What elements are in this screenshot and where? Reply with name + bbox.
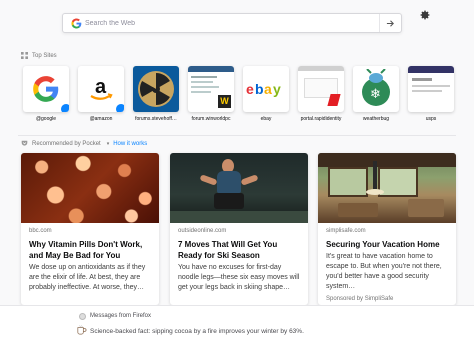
search-input[interactable] <box>85 14 375 32</box>
story-source: simplisafe.com <box>326 228 366 234</box>
top-site-tile-usps[interactable]: usps <box>408 66 454 122</box>
search-submit-button[interactable] <box>379 14 401 32</box>
google-logo-icon <box>23 66 69 112</box>
weatherbug-logo-icon: ❄ <box>353 66 399 112</box>
firefox-message-icon <box>79 313 86 320</box>
tile-label: ebay <box>260 116 272 122</box>
tile-label: portal.rapididentity <box>300 116 342 122</box>
message-title: Messages from Firefox <box>90 313 152 319</box>
pocket-icon <box>21 140 28 146</box>
chevron-down-icon: ▾ <box>106 140 110 147</box>
tile-label: @amazon <box>89 116 113 122</box>
story-image <box>21 153 159 223</box>
usps-screenshot-icon <box>408 66 454 112</box>
cocoa-mug-icon <box>77 325 87 335</box>
story-source: outsideonline.com <box>178 228 227 234</box>
top-site-tile-ebay[interactable]: e b a y ebay <box>243 66 289 122</box>
story-source: bbc.com <box>29 228 52 234</box>
tile-label: forums.stevehoff… <box>135 116 177 122</box>
winworld-screenshot-icon: W <box>188 66 234 112</box>
story-image <box>170 153 308 223</box>
story-title: Why Vitamin Pills Don't Work, and May Be… <box>29 240 143 260</box>
tile-label: weatherbug <box>362 116 390 122</box>
story-title: 7 Moves That Will Get You Ready for Ski … <box>178 240 278 260</box>
amazon-logo-icon: a <box>78 66 124 112</box>
top-site-tile-stevehoffman[interactable]: forums.stevehoff… <box>133 66 179 122</box>
search-shortcut-badge-icon <box>115 103 124 112</box>
search-shortcut-badge-icon <box>60 103 69 112</box>
top-site-tile-google[interactable]: @google <box>23 66 69 122</box>
search-bar[interactable] <box>62 13 402 33</box>
top-site-tile-winworldpc[interactable]: W forum.winworldpc <box>188 66 234 122</box>
tile-label: forum.winworldpc <box>191 116 231 122</box>
story-image <box>318 153 456 223</box>
divider <box>18 135 456 136</box>
tile-label: usps <box>425 116 437 122</box>
top-site-tile-rapididentity[interactable]: portal.rapididentity <box>298 66 344 122</box>
story-card[interactable]: outsideonline.com 7 Moves That Will Get … <box>170 153 308 305</box>
pocket-label: Recommended by Pocket <box>32 140 101 147</box>
svg-text:e: e <box>246 81 254 97</box>
story-title: Securing Your Vacation Home <box>326 240 440 249</box>
top-site-tile-weatherbug[interactable]: ❄ weatherbug <box>353 66 399 122</box>
sponsored-label: Sponsored by SimpliSafe <box>326 296 394 302</box>
google-icon <box>71 18 82 29</box>
gear-icon[interactable] <box>419 9 431 21</box>
story-description: It's great to have vacation home to esca… <box>326 253 442 290</box>
story-description: You have no excuses for first-day noodle… <box>178 264 300 291</box>
ebay-logo-icon: e b a y <box>243 66 289 112</box>
firefox-message-bar: Messages from Firefox Science-backed fac… <box>0 305 474 355</box>
svg-text:a: a <box>264 81 272 97</box>
svg-text:y: y <box>273 81 281 97</box>
top-site-tile-amazon[interactable]: a @amazon <box>78 66 124 122</box>
svg-text:b: b <box>255 81 264 97</box>
pocket-header[interactable]: Recommended by Pocket ▾ How it works <box>21 140 147 147</box>
story-description: We dose up on antioxidants as if they ar… <box>29 264 146 291</box>
tile-label: @google <box>35 116 57 122</box>
top-sites-header[interactable]: Top Sites <box>21 52 57 59</box>
svg-text:❄: ❄ <box>370 87 381 102</box>
story-card[interactable]: simplisafe.com Securing Your Vacation Ho… <box>318 153 456 305</box>
grid-icon <box>21 52 28 59</box>
top-sites-label: Top Sites <box>32 52 57 59</box>
radiation-logo-icon <box>133 66 179 112</box>
story-card[interactable]: bbc.com Why Vitamin Pills Don't Work, an… <box>21 153 159 305</box>
svg-text:a: a <box>95 76 107 98</box>
message-text: Science-backed fact: sipping cocoa by a … <box>90 328 304 335</box>
how-it-works-link[interactable]: How it works <box>113 141 147 147</box>
arrow-right-icon <box>386 19 394 27</box>
rapididentity-screenshot-icon <box>298 66 344 112</box>
